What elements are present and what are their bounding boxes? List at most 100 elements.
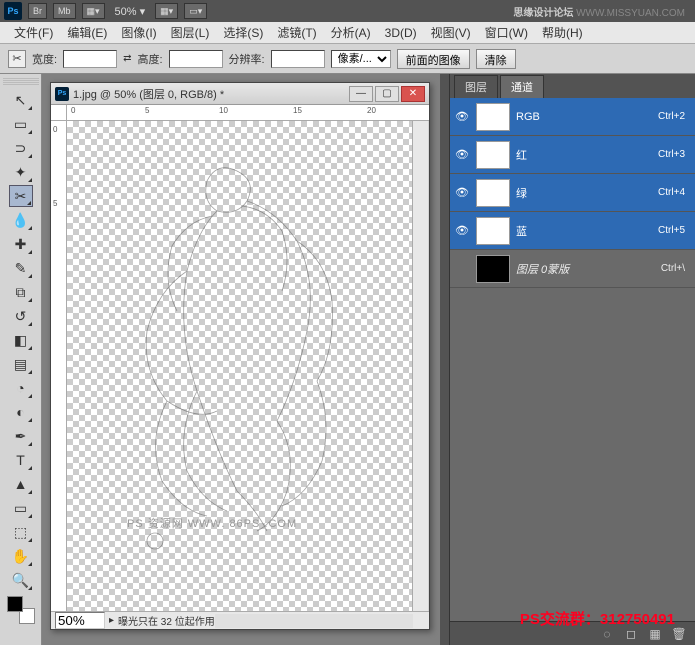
menu-file[interactable]: 文件(F) <box>8 22 59 43</box>
history-brush-tool[interactable]: ↺ <box>9 305 33 327</box>
crop-tool-icon[interactable]: ✂ <box>8 50 26 68</box>
panel-strip[interactable] <box>440 74 450 645</box>
artwork-figure <box>117 151 357 551</box>
pen-tool[interactable]: ✒ <box>9 425 33 447</box>
canvas[interactable]: PS 资源网 WWW. 86PS .COM <box>67 121 412 611</box>
channel-row[interactable]: 👁绿Ctrl+4 <box>450 174 695 212</box>
menu-image[interactable]: 图像(I) <box>115 22 162 43</box>
canvas-area: Ps 1.jpg @ 50% (图层 0, RGB/8) * — ▢ ✕ 0 5… <box>42 74 440 645</box>
arrange-button[interactable]: ▭▾ <box>184 3 207 19</box>
menu-view[interactable]: 视图(V) <box>425 22 477 43</box>
options-bar: ✂ 宽度: ⇄ 高度: 分辨率: 像素/... 前面的图像 清除 <box>0 44 695 74</box>
ruler-origin[interactable] <box>51 105 67 121</box>
ruler-vertical[interactable]: 0 5 <box>51 121 67 611</box>
channel-shortcut: Ctrl+2 <box>658 111 685 122</box>
healing-tool[interactable]: ✚ <box>9 233 33 255</box>
channel-thumbnail[interactable] <box>476 103 510 131</box>
document-titlebar[interactable]: Ps 1.jpg @ 50% (图层 0, RGB/8) * — ▢ ✕ <box>51 83 429 105</box>
channel-thumbnail[interactable] <box>476 179 510 207</box>
channel-row[interactable]: 👁RGBCtrl+2 <box>450 98 695 136</box>
zoom-tool[interactable]: 🔍 <box>9 569 33 591</box>
zoom-level[interactable]: 50% ▾ <box>115 5 146 18</box>
tools-grip[interactable] <box>3 78 39 86</box>
resolution-label: 分辨率: <box>229 51 265 67</box>
tab-channels[interactable]: 通道 <box>500 75 544 98</box>
minimize-button[interactable]: — <box>349 86 373 102</box>
ps-logo-icon: Ps <box>4 2 22 20</box>
channel-thumbnail[interactable] <box>476 141 510 169</box>
stamp-tool[interactable]: ⧉ <box>9 281 33 303</box>
screen-mode-button[interactable]: ▦▾ <box>82 3 105 19</box>
canvas-watermark: PS 资源网 WWW. 86PS .COM <box>127 515 297 531</box>
menu-window[interactable]: 窗口(W) <box>479 22 534 43</box>
channels-list: 👁RGBCtrl+2👁红Ctrl+3👁绿Ctrl+4👁蓝Ctrl+5图层 0蒙版… <box>450 98 695 621</box>
channel-name: 蓝 <box>516 223 652 239</box>
scrollbar-vertical[interactable] <box>412 121 428 611</box>
channel-name: 红 <box>516 147 652 163</box>
visibility-eye-icon[interactable]: 👁 <box>454 149 470 161</box>
brush-tool[interactable]: ✎ <box>9 257 33 279</box>
app-top-bar: Ps Br Mb ▦▾ 50% ▾ ▦▾ ▭▾ 思缘设计论坛 WWW.MISSY… <box>0 0 695 22</box>
menu-analysis[interactable]: 分析(A) <box>325 22 377 43</box>
status-zoom-input[interactable] <box>55 612 105 629</box>
crop-tool[interactable]: ✂ <box>9 185 33 207</box>
visibility-eye-icon[interactable]: 👁 <box>454 187 470 199</box>
clear-button[interactable]: 清除 <box>476 49 516 69</box>
unit-select[interactable]: 像素/... <box>331 50 391 68</box>
resolution-input[interactable] <box>271 50 325 68</box>
visibility-eye-icon[interactable] <box>454 263 470 275</box>
visibility-eye-icon[interactable]: 👁 <box>454 225 470 237</box>
3d-tool[interactable]: ⬚ <box>9 521 33 543</box>
quick-select-tool[interactable]: ✦ <box>9 161 33 183</box>
dodge-tool[interactable]: ◐ <box>9 401 33 423</box>
foreground-color-swatch[interactable] <box>7 596 23 612</box>
hand-tool[interactable]: ✋ <box>9 545 33 567</box>
panel-tabs: 图层 通道 <box>450 74 695 98</box>
menu-3d[interactable]: 3D(D) <box>379 24 423 42</box>
path-select-tool[interactable]: ▲ <box>9 473 33 495</box>
eraser-tool[interactable]: ◧ <box>9 329 33 351</box>
lasso-tool[interactable]: ⊃ <box>9 137 33 159</box>
blur-tool[interactable]: ◔ <box>9 377 33 399</box>
menu-help[interactable]: 帮助(H) <box>536 22 589 43</box>
swap-icon[interactable]: ⇄ <box>123 53 131 64</box>
document-title: 1.jpg @ 50% (图层 0, RGB/8) * <box>73 86 345 102</box>
channel-row[interactable]: 👁红Ctrl+3 <box>450 136 695 174</box>
tab-layers[interactable]: 图层 <box>454 75 498 98</box>
right-panel-group: 图层 通道 👁RGBCtrl+2👁红Ctrl+3👁绿Ctrl+4👁蓝Ctrl+5… <box>440 74 695 645</box>
workspace: ↖ ▭ ⊃ ✦ ✂ 💧 ✚ ✎ ⧉ ↺ ◧ ▤ ◔ ◐ ✒ T ▲ ▭ ⬚ ✋ … <box>0 74 695 645</box>
channel-shortcut: Ctrl+5 <box>658 225 685 236</box>
shape-tool[interactable]: ▭ <box>9 497 33 519</box>
document-statusbar: ▸ 曝光只在 32 位起作用 <box>51 611 429 629</box>
menu-bar: 文件(F) 编辑(E) 图像(I) 图层(L) 选择(S) 滤镜(T) 分析(A… <box>0 22 695 44</box>
minibridge-button[interactable]: Mb <box>53 3 76 19</box>
view-extras-button[interactable]: ▦▾ <box>155 3 178 19</box>
marquee-tool[interactable]: ▭ <box>9 113 33 135</box>
channel-thumbnail[interactable] <box>476 255 510 283</box>
close-button[interactable]: ✕ <box>401 86 425 102</box>
menu-filter[interactable]: 滤镜(T) <box>271 22 322 43</box>
bridge-button[interactable]: Br <box>28 3 47 19</box>
channel-thumbnail[interactable] <box>476 217 510 245</box>
maximize-button[interactable]: ▢ <box>375 86 399 102</box>
visibility-eye-icon[interactable]: 👁 <box>454 111 470 123</box>
site-watermark: 思缘设计论坛 WWW.MISSYUAN.COM <box>513 4 685 19</box>
menu-layer[interactable]: 图层(L) <box>165 22 216 43</box>
menu-edit[interactable]: 编辑(E) <box>61 22 113 43</box>
qq-group-overlay: PS交流群：312750491 <box>520 608 675 629</box>
scrollbar-horizontal[interactable] <box>215 614 413 628</box>
ruler-horizontal[interactable]: 0 5 10 15 20 <box>67 105 429 121</box>
channel-row[interactable]: 图层 0蒙版Ctrl+\ <box>450 250 695 288</box>
tools-panel: ↖ ▭ ⊃ ✦ ✂ 💧 ✚ ✎ ⧉ ↺ ◧ ▤ ◔ ◐ ✒ T ▲ ▭ ⬚ ✋ … <box>0 74 42 645</box>
move-tool[interactable]: ↖ <box>9 89 33 111</box>
width-input[interactable] <box>63 50 117 68</box>
menu-select[interactable]: 选择(S) <box>217 22 269 43</box>
eyedropper-tool[interactable]: 💧 <box>9 209 33 231</box>
color-swatches[interactable] <box>7 596 35 624</box>
gradient-tool[interactable]: ▤ <box>9 353 33 375</box>
front-image-button[interactable]: 前面的图像 <box>397 49 470 69</box>
height-input[interactable] <box>169 50 223 68</box>
type-tool[interactable]: T <box>9 449 33 471</box>
channel-row[interactable]: 👁 蓝 Ctrl+5 <box>450 212 695 250</box>
channel-name: 图层 0蒙版 <box>516 261 655 277</box>
